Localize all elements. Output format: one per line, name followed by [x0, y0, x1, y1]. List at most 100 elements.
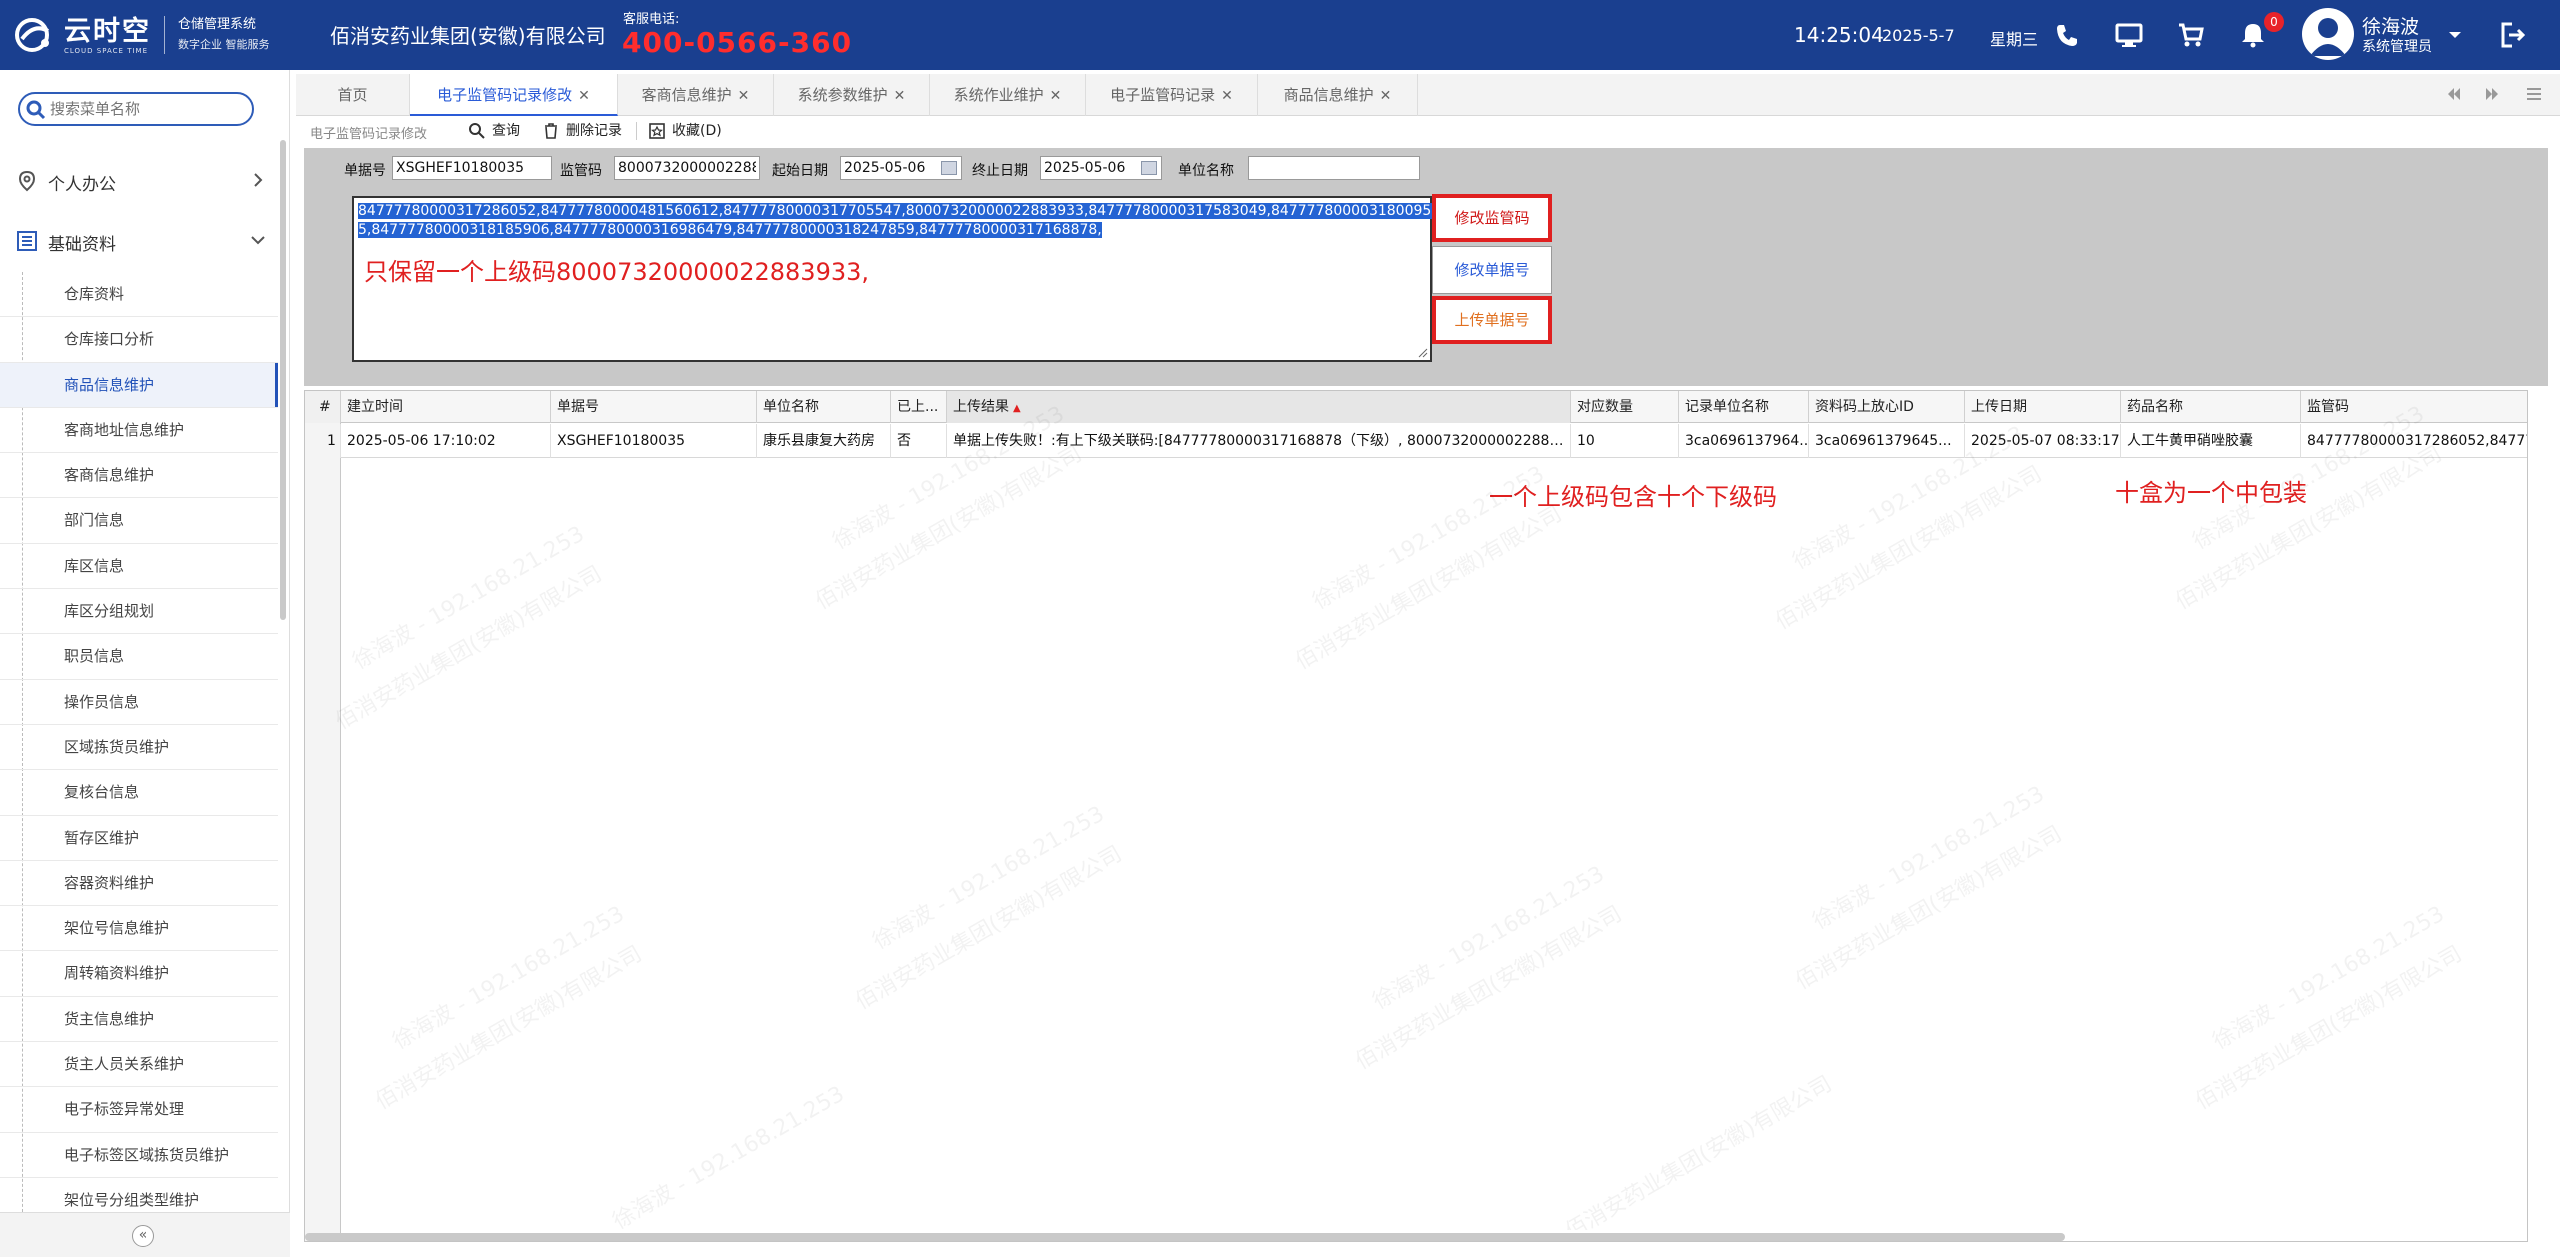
- upload-doc-button[interactable]: 上传单据号: [1432, 296, 1552, 344]
- sidebar-group-basic[interactable]: 基础资料: [0, 210, 278, 270]
- delete-record-button[interactable]: 删除记录: [542, 120, 622, 142]
- sidebar-item[interactable]: 货主人员关系维护: [0, 1042, 278, 1088]
- close-icon[interactable]: ✕: [578, 88, 590, 104]
- col-upload-result[interactable]: 上传结果 ▲: [947, 391, 1571, 423]
- tab-customer-info[interactable]: 客商信息维护 ✕: [618, 74, 774, 116]
- brand-logo[interactable]: 云时空 CLOUD SPACE TIME: [14, 14, 152, 56]
- breadcrumb: 电子监管码记录修改: [310, 127, 428, 142]
- cell-uploaded: 否: [891, 424, 947, 458]
- start-date-value: 2025-05-06: [844, 160, 926, 176]
- sidebar-item[interactable]: 暂存区维护: [0, 816, 278, 861]
- tab-code-record[interactable]: 电子监管码记录 ✕: [1086, 74, 1258, 116]
- sidebar-item[interactable]: 电子标签异常处理: [0, 1087, 278, 1133]
- close-icon[interactable]: ✕: [1380, 88, 1392, 104]
- doc-no-input[interactable]: [392, 156, 552, 180]
- close-icon[interactable]: ✕: [1221, 88, 1233, 104]
- sidebar-item-active[interactable]: 商品信息维护: [0, 362, 278, 408]
- col-index: #: [305, 391, 341, 423]
- close-icon[interactable]: ✕: [1050, 88, 1062, 104]
- sidebar-item[interactable]: 客商信息维护: [0, 453, 278, 499]
- tab-label: 系统作业维护: [953, 86, 1044, 104]
- tab-label: 客商信息维护: [641, 86, 732, 104]
- col-quantity[interactable]: 对应数量: [1571, 391, 1679, 423]
- calendar-icon[interactable]: [1141, 161, 1157, 175]
- search-icon: [469, 123, 485, 139]
- favorite-button[interactable]: 收藏(D): [648, 120, 722, 142]
- code-input[interactable]: [614, 156, 760, 180]
- sidebar-item[interactable]: 库区分组规划: [0, 589, 278, 635]
- sidebar-item[interactable]: 货主信息维护: [0, 997, 278, 1043]
- user-name[interactable]: 徐海波: [2362, 12, 2419, 39]
- sidebar-item[interactable]: 复核台信息: [0, 770, 278, 816]
- doc-no-label: 单据号: [344, 163, 386, 179]
- sidebar-item[interactable]: 客商地址信息维护: [0, 408, 278, 454]
- system-slogan: 数字企业 智能服务: [178, 38, 270, 51]
- user-avatar-icon: [2310, 18, 2346, 56]
- cell-drug-name: 人工牛黄甲硝唑胶囊: [2121, 424, 2301, 458]
- cell-quantity: 10: [1571, 424, 1679, 458]
- monitor-icon[interactable]: [2114, 20, 2144, 50]
- tab-menu-icon[interactable]: [2524, 84, 2544, 104]
- sidebar-scrollbar[interactable]: [280, 140, 286, 620]
- modify-code-button[interactable]: 修改监管码: [1432, 194, 1552, 242]
- col-upload-date[interactable]: 上传日期: [1965, 391, 2121, 423]
- sidebar-item[interactable]: 电子标签区域拣货员维护: [0, 1133, 278, 1178]
- query-button[interactable]: 查询: [468, 120, 520, 142]
- search-icon: [26, 100, 46, 120]
- end-date-input[interactable]: 2025-05-06: [1040, 156, 1162, 180]
- sidebar-menu: 仓库资料 仓库接口分析 商品信息维护 客商地址信息维护 客商信息维护 部门信息 …: [0, 272, 278, 1224]
- codes-textarea[interactable]: 84777780000317286052,8477778000048156061…: [352, 196, 1441, 362]
- col-uploaded[interactable]: 已上...: [891, 391, 947, 423]
- close-icon[interactable]: ✕: [894, 88, 906, 104]
- collapse-sidebar-button[interactable]: «: [132, 1225, 154, 1247]
- cell-code-id: 3ca06961379645...: [1809, 424, 1965, 458]
- resize-handle-icon[interactable]: [1418, 348, 1428, 358]
- sidebar-item[interactable]: 区域拣货员维护: [0, 725, 278, 771]
- col-doc-no[interactable]: 单据号: [551, 391, 757, 423]
- menu-search-input[interactable]: [48, 97, 244, 121]
- sidebar-item[interactable]: 操作员信息: [0, 680, 278, 725]
- tab-label: 首页: [337, 86, 368, 104]
- avatar[interactable]: [2302, 8, 2354, 60]
- table-row[interactable]: 1 2025-05-06 17:10:02 XSGHEF10180035 康乐县…: [305, 424, 2527, 458]
- sidebar-item[interactable]: 仓库接口分析: [0, 317, 278, 363]
- sidebar-item[interactable]: 架位号信息维护: [0, 906, 278, 952]
- query-label: 查询: [492, 123, 520, 139]
- toolbar-divider: [636, 122, 637, 140]
- menu-search[interactable]: [18, 92, 254, 126]
- col-unit-name[interactable]: 单位名称: [757, 391, 891, 423]
- cell-upload-result: 单据上传失败！:有上下级关联码:[84777780000317168878（下级…: [947, 424, 1571, 458]
- col-record-unit[interactable]: 记录单位名称: [1679, 391, 1809, 423]
- filter-panel: 单据号 监管码 起始日期 2025-05-06 终止日期 2025-05-06 …: [304, 148, 2548, 386]
- col-code-id[interactable]: 资料码上放心ID: [1809, 391, 1965, 423]
- phone-icon[interactable]: [2052, 20, 2082, 50]
- cart-icon[interactable]: [2176, 20, 2206, 50]
- sidebar-item[interactable]: 周转箱资料维护: [0, 951, 278, 997]
- logout-icon[interactable]: [2498, 20, 2528, 50]
- sidebar-item[interactable]: 仓库资料: [0, 272, 278, 318]
- sidebar-group-personal[interactable]: 个人办公: [0, 150, 278, 210]
- col-supervision-code[interactable]: 监管码: [2301, 391, 2527, 423]
- tab-system-jobs[interactable]: 系统作业维护 ✕: [930, 74, 1086, 116]
- col-created-time[interactable]: 建立时间: [341, 391, 551, 423]
- col-drug-name[interactable]: 药品名称: [2121, 391, 2301, 423]
- unit-name-input[interactable]: [1248, 156, 1420, 180]
- tab-home[interactable]: 首页: [296, 74, 410, 116]
- tab-product-info[interactable]: 商品信息维护 ✕: [1258, 74, 1418, 116]
- tab-prev-icon[interactable]: [2444, 84, 2464, 104]
- start-date-input[interactable]: 2025-05-06: [840, 156, 962, 180]
- tab-next-icon[interactable]: [2482, 84, 2502, 104]
- unit-name-label: 单位名称: [1178, 163, 1234, 179]
- close-icon[interactable]: ✕: [738, 88, 750, 104]
- tab-code-record-edit[interactable]: 电子监管码记录修改 ✕: [410, 74, 618, 116]
- chevron-down-icon[interactable]: [2448, 28, 2462, 42]
- horizontal-scrollbar[interactable]: [305, 1233, 2065, 1241]
- col-upload-result-label: 上传结果: [953, 399, 1009, 415]
- sidebar-item[interactable]: 库区信息: [0, 544, 278, 590]
- calendar-icon[interactable]: [941, 161, 957, 175]
- sidebar-item[interactable]: 容器资料维护: [0, 861, 278, 907]
- sidebar-item[interactable]: 部门信息: [0, 498, 278, 544]
- modify-doc-button[interactable]: 修改单据号: [1432, 246, 1552, 294]
- sidebar-item[interactable]: 职员信息: [0, 634, 278, 680]
- tab-system-params[interactable]: 系统参数维护 ✕: [774, 74, 930, 116]
